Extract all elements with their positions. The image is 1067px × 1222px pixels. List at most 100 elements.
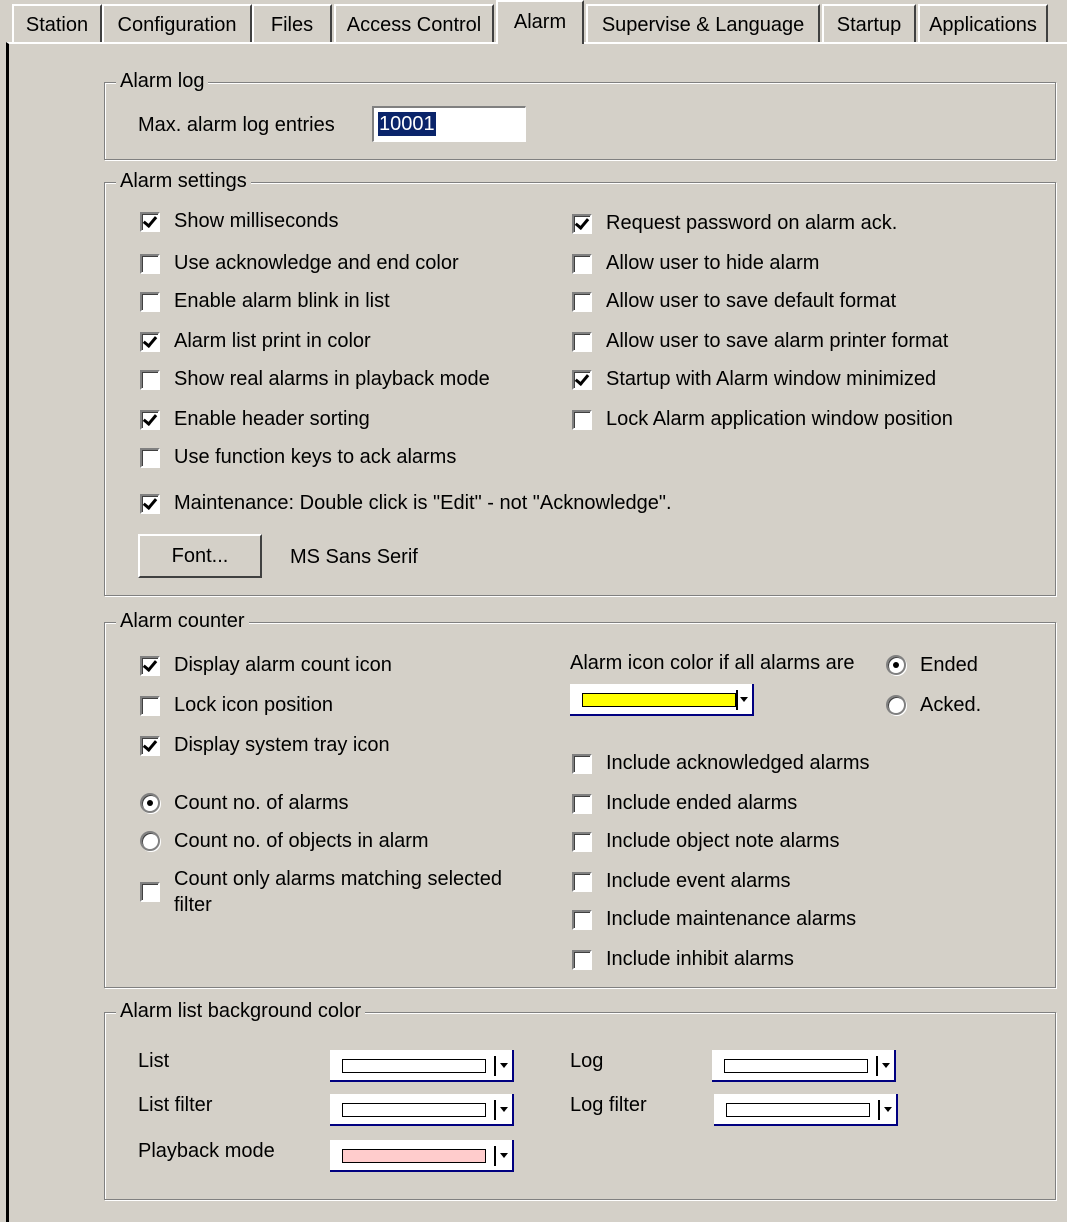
counter-left-1-checkbox[interactable] [140, 696, 160, 716]
setting-left-4-checkbox[interactable] [140, 370, 160, 390]
setting-left-3-label: Alarm list print in color [174, 330, 371, 352]
tab-configuration[interactable]: Configuration [102, 4, 252, 42]
setting-right-5-checkbox[interactable] [572, 410, 592, 430]
setting-right-2-checkbox[interactable] [572, 292, 592, 312]
log-color-label: Log [570, 1050, 604, 1072]
list-filter-color-label: List filter [138, 1094, 213, 1116]
chevron-down-icon [500, 1063, 508, 1068]
alarm-counter-legend: Alarm counter [116, 610, 249, 632]
setting-right-0-checkbox[interactable] [572, 214, 592, 234]
tab-files[interactable]: Files [252, 4, 332, 42]
list-color-picker[interactable] [330, 1050, 514, 1082]
chevron-down-icon [500, 1153, 508, 1158]
tab-applications[interactable]: Applications [918, 4, 1048, 42]
setting-right-4-label: Startup with Alarm window minimized [606, 368, 937, 390]
maintenance-checkbox[interactable] [140, 494, 160, 514]
font-name: MS Sans Serif [290, 546, 418, 568]
setting-left-5-label: Enable header sorting [174, 408, 370, 430]
counter-right-5-checkbox[interactable] [572, 950, 592, 970]
counter-right-4-label: Include maintenance alarms [606, 908, 857, 930]
picker-separator [736, 690, 738, 710]
counter-left-2-label: Display system tray icon [174, 734, 390, 756]
setting-left-0-checkbox[interactable] [140, 212, 160, 232]
icon-color-picker[interactable] [570, 684, 754, 716]
setting-left-1-checkbox[interactable] [140, 254, 160, 274]
counter-left-2-checkbox[interactable] [140, 736, 160, 756]
count-filter-checkbox[interactable] [140, 882, 160, 902]
counter-right-1-checkbox[interactable] [572, 794, 592, 814]
count-alarms-radio[interactable] [140, 793, 160, 813]
list-filter-color-swatch [342, 1103, 486, 1117]
font-button[interactable]: Font... [138, 534, 262, 578]
tab-strip: Station Configuration Files Access Contr… [0, 0, 1067, 44]
log-filter-color-label: Log filter [570, 1094, 647, 1116]
tab-access-control[interactable]: Access Control [334, 4, 494, 42]
setting-left-2-checkbox[interactable] [140, 292, 160, 312]
setting-right-0-label: Request password on alarm ack. [606, 212, 898, 234]
log-filter-color-swatch [726, 1103, 870, 1117]
setting-left-3-checkbox[interactable] [140, 332, 160, 352]
count-objects-label: Count no. of objects in alarm [174, 830, 429, 852]
ended-radio[interactable] [886, 655, 906, 675]
tab-startup[interactable]: Startup [822, 4, 916, 42]
picker-separator [878, 1100, 880, 1120]
acked-radio[interactable] [886, 695, 906, 715]
counter-right-2-checkbox[interactable] [572, 832, 592, 852]
counter-right-4-checkbox[interactable] [572, 910, 592, 930]
counter-left-0-checkbox[interactable] [140, 656, 160, 676]
setting-left-6-label: Use function keys to ack alarms [174, 446, 457, 468]
max-entries-value: 10001 [378, 112, 436, 136]
counter-right-5-label: Include inhibit alarms [606, 948, 794, 970]
max-entries-input[interactable]: 10001 [372, 106, 526, 142]
playback-color-picker[interactable] [330, 1140, 514, 1172]
icon-color-swatch [582, 693, 736, 707]
chevron-down-icon [884, 1107, 892, 1112]
setting-right-2-label: Allow user to save default format [606, 290, 897, 312]
tab-supervise-language[interactable]: Supervise & Language [586, 4, 820, 42]
playback-color-swatch [342, 1149, 486, 1163]
list-color-swatch [342, 1059, 486, 1073]
log-color-swatch [724, 1059, 868, 1073]
picker-separator [494, 1146, 496, 1166]
setting-right-4-checkbox[interactable] [572, 370, 592, 390]
maintenance-label: Maintenance: Double click is "Edit" - no… [174, 492, 672, 514]
icon-color-label: Alarm icon color if all alarms are [570, 652, 855, 674]
picker-separator [494, 1100, 496, 1120]
chevron-down-icon [882, 1063, 890, 1068]
picker-separator [494, 1056, 496, 1076]
log-filter-color-picker[interactable] [714, 1094, 898, 1126]
max-entries-label: Max. alarm log entries [138, 114, 335, 136]
count-filter-label-line1: Count only alarms matching selected [174, 868, 502, 890]
count-objects-radio[interactable] [140, 831, 160, 851]
setting-right-3-label: Allow user to save alarm printer format [606, 330, 949, 352]
alarm-log-legend: Alarm log [116, 70, 209, 92]
log-color-picker[interactable] [712, 1050, 896, 1082]
setting-right-1-checkbox[interactable] [572, 254, 592, 274]
chevron-down-icon [740, 697, 748, 702]
setting-left-6-checkbox[interactable] [140, 448, 160, 468]
chevron-down-icon [500, 1107, 508, 1112]
counter-right-3-checkbox[interactable] [572, 872, 592, 892]
setting-right-1-label: Allow user to hide alarm [606, 252, 820, 274]
playback-color-label: Playback mode [138, 1140, 275, 1162]
tab-alarm[interactable]: Alarm [496, 0, 584, 44]
list-color-label: List [138, 1050, 170, 1072]
picker-separator [876, 1056, 878, 1076]
list-filter-color-picker[interactable] [330, 1094, 514, 1126]
counter-right-2-label: Include object note alarms [606, 830, 840, 852]
acked-label: Acked. [920, 694, 982, 716]
ended-label: Ended [920, 654, 978, 676]
setting-left-5-checkbox[interactable] [140, 410, 160, 430]
setting-left-1-label: Use acknowledge and end color [174, 252, 459, 274]
count-filter-label-line2: filter [174, 894, 212, 916]
setting-left-0-label: Show milliseconds [174, 210, 339, 232]
setting-left-2-label: Enable alarm blink in list [174, 290, 390, 312]
counter-left-1-label: Lock icon position [174, 694, 333, 716]
counter-right-3-label: Include event alarms [606, 870, 791, 892]
setting-right-3-checkbox[interactable] [572, 332, 592, 352]
tab-station[interactable]: Station [12, 4, 102, 42]
bg-color-legend: Alarm list background color [116, 1000, 366, 1022]
alarm-settings-legend: Alarm settings [116, 170, 251, 192]
counter-right-0-checkbox[interactable] [572, 754, 592, 774]
counter-left-0-label: Display alarm count icon [174, 654, 392, 676]
